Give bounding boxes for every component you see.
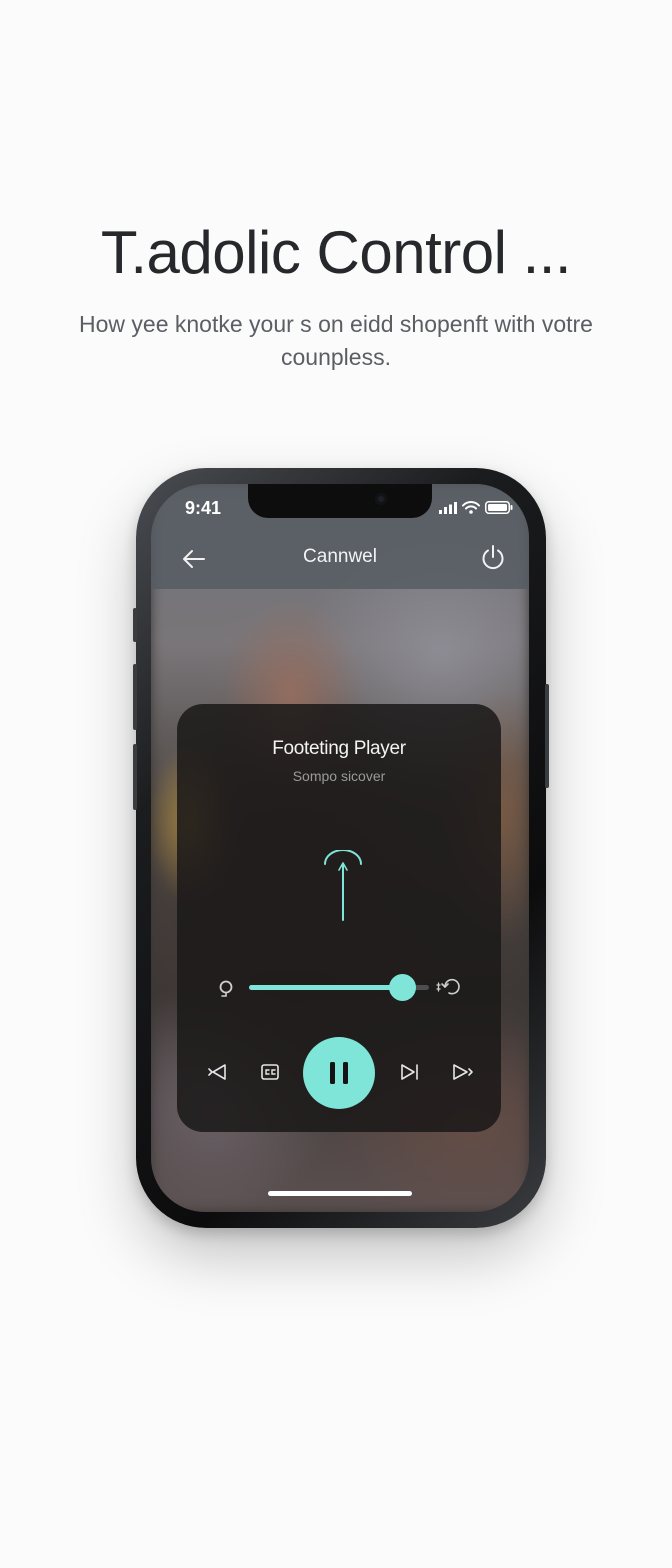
caption-icon[interactable] xyxy=(258,1060,282,1084)
player-title: Footeting Player xyxy=(272,738,406,759)
refresh-icon[interactable] xyxy=(435,976,463,998)
battery-icon xyxy=(485,501,513,514)
cellular-signal-icon xyxy=(439,501,457,514)
home-indicator[interactable] xyxy=(268,1191,412,1196)
slider-thumb[interactable] xyxy=(389,974,416,1001)
progress-slider[interactable] xyxy=(249,974,429,1001)
pause-icon xyxy=(330,1062,348,1084)
phone-mockup: 9:41 Cannwel Footeting Player Sompo sico… xyxy=(133,468,549,1228)
player-card: Footeting Player Sompo sicover xyxy=(177,704,501,1132)
page-headline: T.adolic Control ... xyxy=(100,219,572,286)
phone-screen: 9:41 Cannwel Footeting Player Sompo sico… xyxy=(151,484,529,1212)
dial-icon xyxy=(219,980,233,997)
status-time: 9:41 xyxy=(185,498,222,518)
page-subline: How yee knotke your s on eidd shopenft w… xyxy=(79,311,593,370)
skip-next-icon[interactable] xyxy=(398,1060,422,1084)
arc-arrow-up-icon xyxy=(324,850,362,921)
volume-up-button xyxy=(133,664,137,730)
slider-fill xyxy=(249,985,402,990)
nav-title: Cannwel xyxy=(303,546,377,567)
power-icon[interactable] xyxy=(479,543,507,571)
camera-icon xyxy=(375,493,387,505)
status-icons xyxy=(439,501,513,514)
player-subtitle: Sompo sicover xyxy=(292,768,386,784)
pause-button[interactable] xyxy=(303,1037,375,1109)
volume-down-button xyxy=(133,744,137,810)
notch xyxy=(248,484,432,518)
rewind-icon[interactable] xyxy=(205,1060,229,1084)
mute-switch xyxy=(133,608,137,642)
fast-forward-icon[interactable] xyxy=(451,1060,475,1084)
wifi-icon xyxy=(462,501,480,514)
side-button xyxy=(545,684,549,788)
